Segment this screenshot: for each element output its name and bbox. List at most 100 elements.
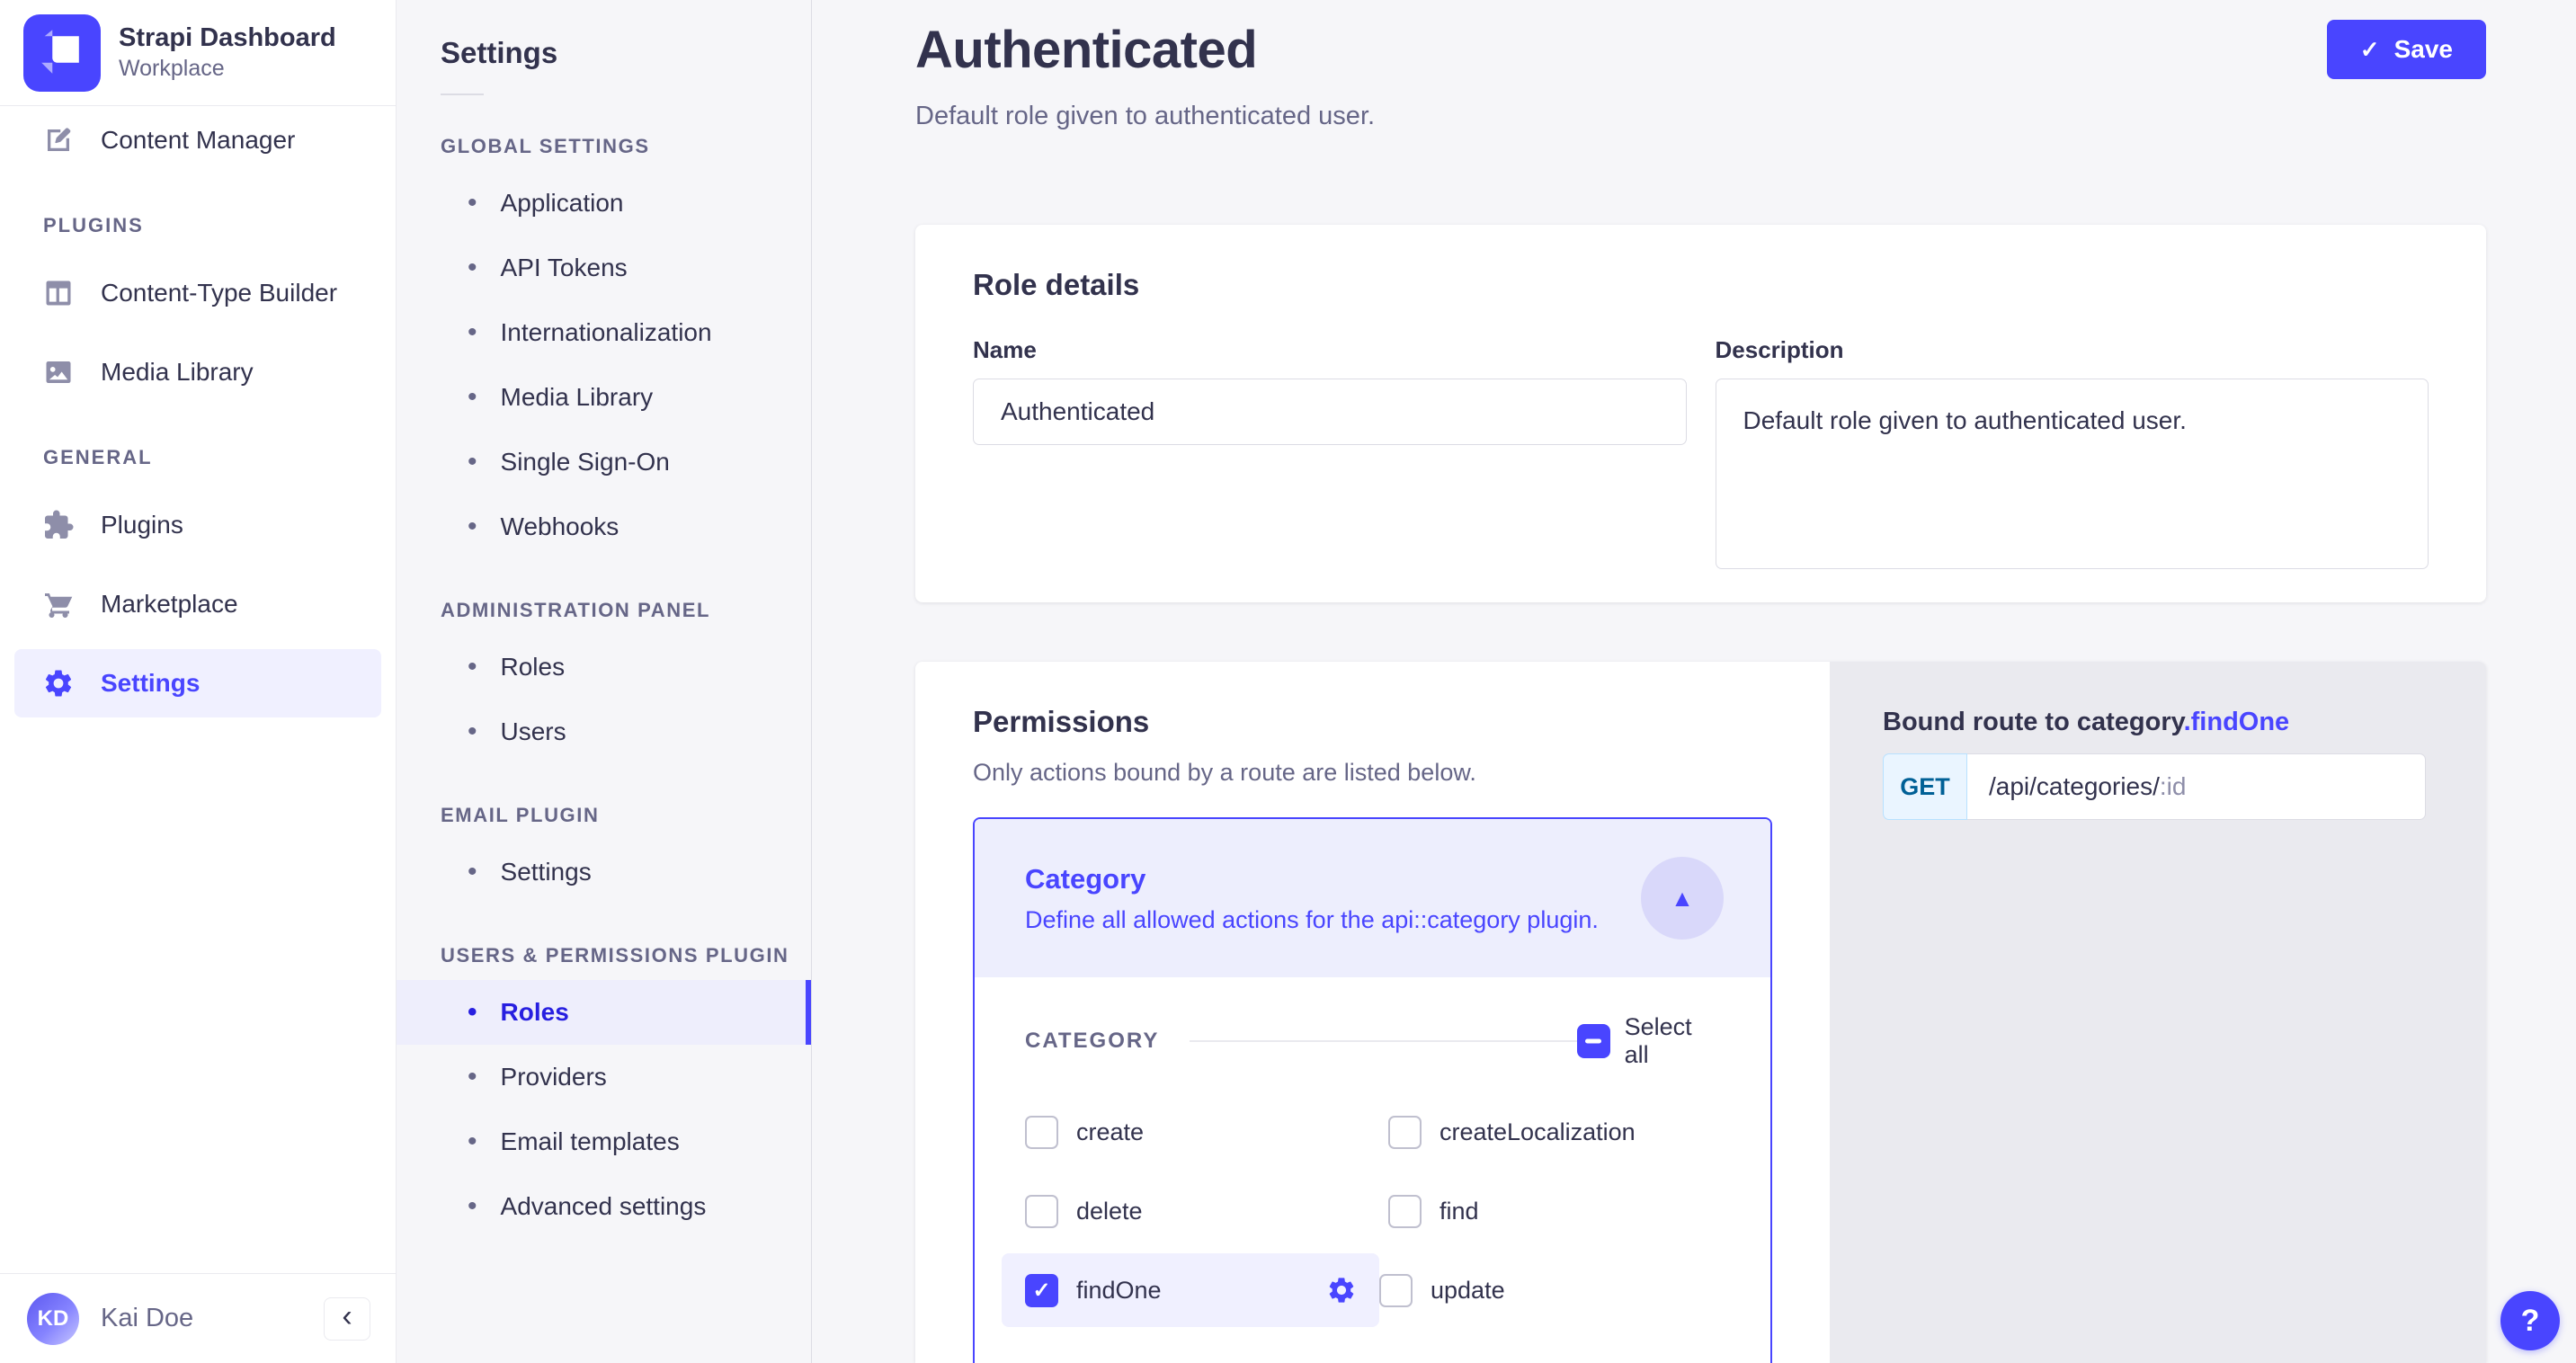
save-button[interactable]: ✓ Save xyxy=(2327,20,2486,79)
media-library-icon xyxy=(41,355,76,389)
subnav-item-admin-users[interactable]: Users xyxy=(397,699,811,764)
permission-createLocalization[interactable]: createLocalization xyxy=(1388,1110,1720,1154)
permission-label: update xyxy=(1431,1277,1505,1305)
settings-subnav: Settings GLOBAL SETTINGS Application API… xyxy=(397,0,812,1363)
permission-update[interactable]: update xyxy=(1379,1269,1720,1312)
bullet-icon xyxy=(468,997,477,1028)
select-all-control[interactable]: Select all xyxy=(1577,1013,1720,1069)
select-all-label: Select all xyxy=(1625,1013,1720,1069)
bound-route-prefix: Bound route to category xyxy=(1883,708,2184,736)
category-accordion-body: CATEGORY Select all create xyxy=(975,977,1770,1363)
nav-section-plugins: PLUGINS xyxy=(43,214,396,237)
help-button[interactable]: ? xyxy=(2500,1291,2560,1350)
main-nav: Strapi Dashboard Workplace Content Manag… xyxy=(0,0,397,1363)
permissions-card: Permissions Only actions bound by a rout… xyxy=(915,662,1830,1363)
bullet-icon xyxy=(468,1062,477,1092)
permission-settings-gear-icon[interactable] xyxy=(1325,1274,1358,1306)
subnav-item-up-roles[interactable]: Roles xyxy=(397,980,811,1045)
triangle-up-icon: ▲ xyxy=(1671,885,1694,913)
nav-item-label: Media Library xyxy=(101,358,254,387)
chevron-left-icon: ‹ xyxy=(342,1301,352,1332)
nav-item-content-type-builder[interactable]: Content-Type Builder xyxy=(14,259,381,327)
subnav-item-webhooks[interactable]: Webhooks xyxy=(397,494,811,559)
avatar[interactable]: KD xyxy=(27,1293,79,1345)
subnav-item-internationalization[interactable]: Internationalization xyxy=(397,300,811,365)
subnav-item-advanced-settings[interactable]: Advanced settings xyxy=(397,1174,811,1239)
marketplace-cart-icon xyxy=(41,587,76,621)
nav-item-label: Plugins xyxy=(101,511,183,539)
permissions-subtitle: Only actions bound by a route are listed… xyxy=(973,759,1772,787)
select-all-checkbox-indeterminate[interactable] xyxy=(1577,1024,1610,1058)
nav-item-plugins[interactable]: Plugins xyxy=(14,491,381,559)
nav-item-label: Content-Type Builder xyxy=(101,279,337,307)
checkbox-unchecked[interactable] xyxy=(1025,1195,1058,1228)
subnav-item-label: Roles xyxy=(501,653,566,682)
check-icon: ✓ xyxy=(2360,36,2380,64)
category-accordion-subtitle: Define all allowed actions for the api::… xyxy=(1025,906,1599,934)
page-title: Authenticated xyxy=(915,20,1375,80)
description-textarea[interactable]: Default role given to authenticated user… xyxy=(1716,379,2429,569)
permissions-grid-row: ✓ findOne xyxy=(1025,1269,1720,1312)
permission-create[interactable]: create xyxy=(1025,1110,1388,1154)
permission-delete[interactable]: delete xyxy=(1025,1189,1388,1233)
user-name: Kai Doe xyxy=(101,1304,193,1333)
name-input[interactable] xyxy=(973,379,1687,445)
nav-item-label: Marketplace xyxy=(101,590,238,619)
content-manager-icon xyxy=(41,123,76,157)
role-details-card: Role details Name Description Default ro… xyxy=(915,225,2486,602)
route-path-param: :id xyxy=(2160,772,2187,801)
permission-find[interactable]: find xyxy=(1388,1189,1720,1233)
subnav-item-label: API Tokens xyxy=(501,254,628,282)
category-accordion-header[interactable]: Category Define all allowed actions for … xyxy=(975,819,1770,977)
checkbox-unchecked[interactable] xyxy=(1025,1116,1058,1149)
content-type-builder-icon xyxy=(41,276,76,310)
description-field-group: Description Default role given to authen… xyxy=(1716,336,2429,574)
permission-label: findOne xyxy=(1076,1277,1162,1305)
subnav-item-email-templates[interactable]: Email templates xyxy=(397,1109,811,1174)
checkbox-unchecked[interactable] xyxy=(1379,1274,1413,1307)
nav-item-settings[interactable]: Settings xyxy=(14,649,381,717)
subnav-item-providers[interactable]: Providers xyxy=(397,1045,811,1109)
subnav-item-api-tokens[interactable]: API Tokens xyxy=(397,236,811,300)
subnav-item-label: Media Library xyxy=(501,383,654,412)
checkbox-unchecked[interactable] xyxy=(1388,1195,1422,1228)
description-label: Description xyxy=(1716,336,2429,364)
permission-findOne[interactable]: ✓ findOne xyxy=(1002,1253,1379,1327)
nav-item-marketplace[interactable]: Marketplace xyxy=(14,570,381,638)
bullet-icon xyxy=(468,652,477,682)
subnav-item-single-sign-on[interactable]: Single Sign-On xyxy=(397,430,811,494)
workspace-header[interactable]: Strapi Dashboard Workplace xyxy=(0,0,396,106)
bullet-icon xyxy=(468,447,477,477)
subnav-item-email-settings[interactable]: Settings xyxy=(397,840,811,904)
bullet-icon xyxy=(468,1127,477,1157)
permission-label: createLocalization xyxy=(1440,1118,1636,1146)
subnav-section-administration-panel: ADMINISTRATION PANEL xyxy=(441,599,811,622)
app-root: Strapi Dashboard Workplace Content Manag… xyxy=(0,0,2576,1363)
route-path-base: /api/categories/ xyxy=(1989,772,2160,801)
subnav-item-media-library[interactable]: Media Library xyxy=(397,365,811,430)
bullet-icon xyxy=(468,317,477,348)
route-path: /api/categories/:id xyxy=(1967,753,2426,820)
checkbox-unchecked[interactable] xyxy=(1388,1116,1422,1149)
bound-route-heading: Bound route to category.findOne xyxy=(1883,707,2425,737)
bullet-icon xyxy=(468,253,477,283)
bullet-icon xyxy=(468,717,477,747)
subnav-item-label: Application xyxy=(501,189,624,218)
subnav-item-application[interactable]: Application xyxy=(397,171,811,236)
accordion-collapse-button[interactable]: ▲ xyxy=(1641,857,1724,940)
subnav-item-label: Advanced settings xyxy=(501,1192,707,1221)
permissions-grid-row: delete find xyxy=(1025,1189,1720,1233)
nav-item-content-manager[interactable]: Content Manager xyxy=(14,106,381,174)
permission-label: create xyxy=(1076,1118,1144,1146)
http-method-badge: GET xyxy=(1883,753,1967,820)
brand-text: Strapi Dashboard Workplace xyxy=(119,22,336,84)
subnav-item-admin-roles[interactable]: Roles xyxy=(397,635,811,699)
subnav-item-label: Providers xyxy=(501,1063,607,1091)
nav-item-media-library[interactable]: Media Library xyxy=(14,338,381,406)
checkbox-checked[interactable]: ✓ xyxy=(1025,1274,1058,1307)
name-field-group: Name xyxy=(973,336,1687,574)
bullet-icon xyxy=(468,382,477,413)
brand-subtitle: Workplace xyxy=(119,54,336,84)
collapse-nav-button[interactable]: ‹ xyxy=(324,1297,370,1341)
question-mark-icon: ? xyxy=(2521,1304,2540,1339)
